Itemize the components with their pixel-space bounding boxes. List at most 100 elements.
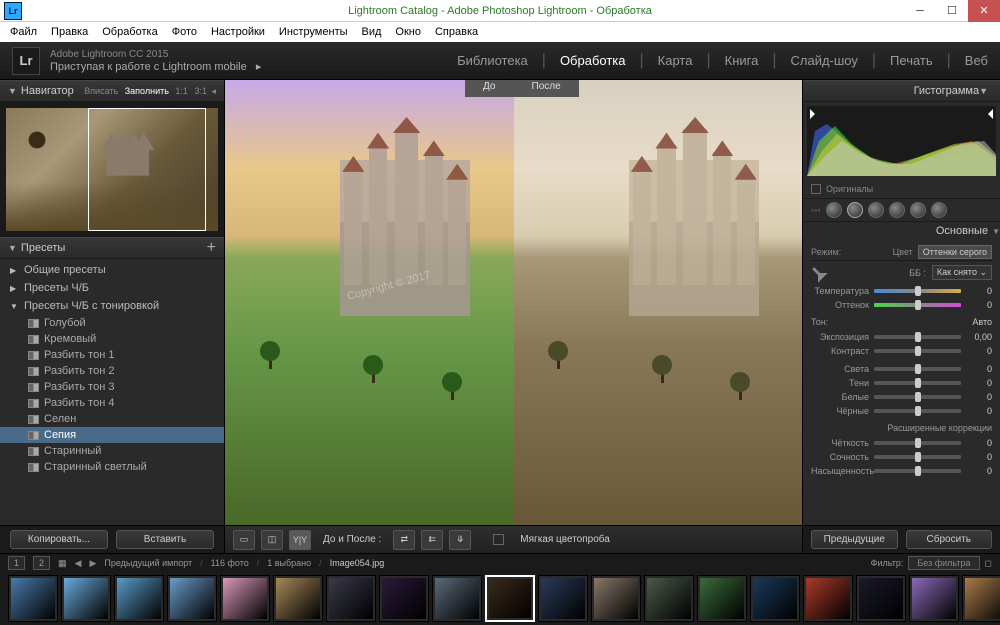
- menu-Правка[interactable]: Правка: [45, 24, 94, 40]
- originals-row[interactable]: Оригиналы: [803, 180, 1000, 198]
- close-button[interactable]: ✕: [968, 0, 1000, 22]
- preset-item[interactable]: Селен: [0, 411, 224, 427]
- color-mode[interactable]: Цвет: [893, 247, 913, 257]
- thumbnail[interactable]: [591, 575, 641, 622]
- eyedropper-icon[interactable]: [808, 263, 828, 283]
- thumbnail[interactable]: [432, 575, 482, 622]
- nav-fwd-icon[interactable]: ▶: [89, 558, 96, 569]
- slider-Тени[interactable]: Тени0: [811, 376, 992, 390]
- wb-select[interactable]: Как снято ⌄: [932, 265, 992, 280]
- thumbnail[interactable]: [538, 575, 588, 622]
- preset-item[interactable]: Разбить тон 4: [0, 395, 224, 411]
- module-tab-Слайд-шоу[interactable]: Слайд-шоу: [790, 53, 857, 68]
- compare-view-button[interactable]: ◫: [261, 530, 283, 550]
- menu-Справка[interactable]: Справка: [429, 24, 484, 40]
- preset-group[interactable]: ▶Пресеты Ч/Б: [0, 279, 224, 297]
- preset-item[interactable]: Разбить тон 3: [0, 379, 224, 395]
- navigator-zoom-options[interactable]: Вписать Заполнить 1:1 3:1 ◂: [82, 86, 216, 97]
- navigator-header[interactable]: ▼ Навигатор Вписать Заполнить 1:1 3:1 ◂: [0, 80, 224, 102]
- slider-Чёрные[interactable]: Чёрные0: [811, 404, 992, 418]
- basic-panel-header[interactable]: Основные▼: [803, 222, 1000, 240]
- slider-Света[interactable]: Света0: [811, 362, 992, 376]
- slider-Оттенок[interactable]: Оттенок0: [811, 298, 992, 312]
- module-tab-Книга[interactable]: Книга: [725, 53, 759, 68]
- grayscale-mode[interactable]: Оттенки серого: [918, 245, 992, 259]
- slider-Экспозиция[interactable]: Экспозиция0,00: [811, 330, 992, 344]
- thumbnail[interactable]: [273, 575, 323, 622]
- thumbnail[interactable]: [379, 575, 429, 622]
- auto-tone-button[interactable]: Авто: [972, 317, 992, 327]
- menu-Настройки[interactable]: Настройки: [205, 24, 271, 40]
- thumbnail[interactable]: [803, 575, 853, 622]
- module-tab-Обработка[interactable]: Обработка: [560, 53, 626, 68]
- thumbnail[interactable]: [644, 575, 694, 622]
- thumbnail[interactable]: [856, 575, 906, 622]
- preset-group[interactable]: ▶Общие пресеты: [0, 261, 224, 279]
- nav-back-icon[interactable]: ◀: [75, 558, 82, 569]
- maximize-button[interactable]: ☐: [936, 0, 968, 22]
- menu-Обработка[interactable]: Обработка: [96, 24, 163, 40]
- filter-lock-icon[interactable]: ◻: [985, 558, 992, 569]
- thumbnail[interactable]: [485, 575, 535, 622]
- thumbnail[interactable]: [697, 575, 747, 622]
- module-tab-Карта[interactable]: Карта: [658, 53, 693, 68]
- module-tab-Библиотека[interactable]: Библиотека: [457, 53, 528, 68]
- slider-Насыщенность[interactable]: Насыщенность0: [811, 464, 992, 478]
- thumbnail[interactable]: [61, 575, 111, 622]
- minimize-button[interactable]: ─: [904, 0, 936, 22]
- slider-Температура[interactable]: Температура0: [811, 284, 992, 298]
- tool-spot[interactable]: [847, 202, 863, 218]
- menu-Файл[interactable]: Файл: [4, 24, 43, 40]
- menu-Фото[interactable]: Фото: [166, 24, 203, 40]
- thumbnail[interactable]: [909, 575, 959, 622]
- thumbnail[interactable]: [326, 575, 376, 622]
- module-tab-Веб[interactable]: Веб: [965, 53, 988, 68]
- before-after-canvas[interactable]: До Copyright © 2017 После: [225, 80, 802, 525]
- tool-redeye[interactable]: [868, 202, 884, 218]
- histogram-header[interactable]: Гистограмма ▼: [803, 80, 1000, 102]
- tool-brush[interactable]: [931, 202, 947, 218]
- thumbnail[interactable]: [220, 575, 270, 622]
- tool-crop[interactable]: [826, 202, 842, 218]
- thumbnail[interactable]: [167, 575, 217, 622]
- copy-button[interactable]: Копировать...: [10, 530, 108, 549]
- menu-Окно[interactable]: Окно: [389, 24, 427, 40]
- slider-Контраст[interactable]: Контраст0: [811, 344, 992, 358]
- monitor-1[interactable]: 1: [8, 556, 25, 570]
- copy-after-button[interactable]: ⤋: [449, 530, 471, 550]
- filmstrip-source[interactable]: Предыдущий импорт: [104, 558, 192, 568]
- thumbnail[interactable]: [750, 575, 800, 622]
- monitor-2[interactable]: 2: [33, 556, 50, 570]
- originals-checkbox[interactable]: [811, 184, 821, 194]
- slider-Сочность[interactable]: Сочность0: [811, 450, 992, 464]
- add-preset-icon[interactable]: +: [207, 239, 216, 257]
- presets-header[interactable]: ▼ Пресеты +: [0, 237, 224, 259]
- navigator-preview[interactable]: [0, 102, 224, 237]
- slider-Чёткость[interactable]: Чёткость0: [811, 436, 992, 450]
- tool-gradient[interactable]: [889, 202, 905, 218]
- menu-Вид[interactable]: Вид: [356, 24, 388, 40]
- preset-item[interactable]: Старинный светлый: [0, 459, 224, 475]
- grid-icon[interactable]: ▦: [58, 558, 67, 569]
- paste-button[interactable]: Вставить: [116, 530, 214, 549]
- thumbnail-strip[interactable]: [0, 572, 1000, 625]
- module-tab-Печать[interactable]: Печать: [890, 53, 933, 68]
- copy-before-button[interactable]: ⇇: [421, 530, 443, 550]
- before-after-button[interactable]: Y|Y: [289, 530, 311, 550]
- thumbnail[interactable]: [962, 575, 1000, 622]
- histogram-display[interactable]: [807, 106, 996, 176]
- preset-item[interactable]: Старинный: [0, 443, 224, 459]
- swap-button[interactable]: ⇄: [393, 530, 415, 550]
- softproof-checkbox[interactable]: [493, 534, 504, 545]
- filter-select[interactable]: Без фильтра: [908, 556, 979, 570]
- slider-Белые[interactable]: Белые0: [811, 390, 992, 404]
- preset-item[interactable]: Кремовый: [0, 331, 224, 347]
- preset-item[interactable]: Сепия: [0, 427, 224, 443]
- menu-Инструменты[interactable]: Инструменты: [273, 24, 354, 40]
- thumbnail[interactable]: [8, 575, 58, 622]
- preset-item[interactable]: Разбить тон 2: [0, 363, 224, 379]
- tool-radial[interactable]: [910, 202, 926, 218]
- preset-group[interactable]: ▼Пресеты Ч/Б с тонировкой: [0, 297, 224, 315]
- preset-item[interactable]: Голубой: [0, 315, 224, 331]
- previous-button[interactable]: Предыдущие: [811, 530, 898, 549]
